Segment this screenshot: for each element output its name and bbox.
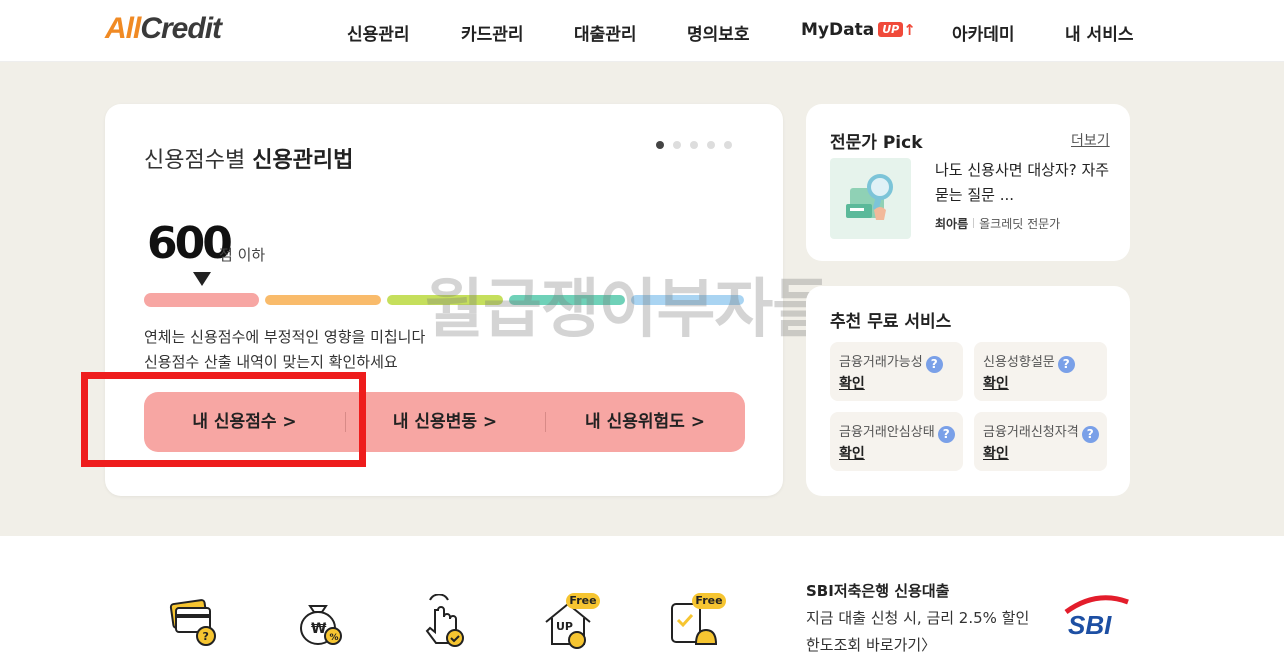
slide-pagination: [656, 141, 732, 149]
author-divider: [973, 218, 975, 228]
free-badge: Free: [566, 593, 600, 609]
score-segment-2: [265, 295, 381, 305]
allcredit-logo[interactable]: AllCredit: [105, 12, 222, 46]
logo-all-text: All: [105, 12, 141, 45]
promo-title: SBI저축은행 신용대출: [806, 582, 950, 600]
help-icon[interactable]: ?: [925, 356, 943, 373]
service-label: 금융거래안심상태?: [839, 421, 955, 443]
article-author: 최아름 올크레딧 전문가: [935, 215, 1060, 232]
service-label: 금융거래신청자격?: [983, 421, 1099, 443]
description-line-2: 신용점수 산출 내역이 맞는지 확인하세요: [144, 353, 398, 371]
score-pointer-icon: [193, 272, 211, 286]
nav-credit-management[interactable]: 신용관리: [347, 20, 410, 45]
service-label-text: 금융거래신청자격: [983, 425, 1079, 440]
svg-text:SBI: SBI: [1068, 610, 1112, 640]
logo-credit-text: Credit: [140, 12, 222, 45]
article-title[interactable]: 나도 신용사면 대상자? 자주 묻는 질문 ...: [935, 158, 1110, 208]
help-icon[interactable]: ?: [1081, 426, 1099, 443]
touch-hand-icon[interactable]: [416, 593, 472, 650]
service-label-text: 금융거래안심상태: [839, 425, 935, 440]
highlight-box: [81, 372, 366, 467]
up-arrow-icon: ↑: [903, 21, 916, 39]
service-label-text: 신용성향설문: [983, 355, 1055, 370]
promo-description: 지금 대출 신청 시, 금리 2.5% 할인: [806, 609, 1030, 627]
service-label: 금융거래가능성?: [839, 351, 943, 373]
service-financial-safety[interactable]: 금융거래안심상태? 확인: [830, 412, 963, 471]
mydata-up-badge: UP: [878, 22, 904, 37]
expert-pick-title: 전문가 Pick: [830, 133, 923, 153]
service-label-text: 금융거래가능성: [839, 355, 923, 370]
card-title-light: 신용점수별: [144, 148, 253, 173]
magnifier-document-icon: [846, 174, 893, 220]
top-header: AllCredit 신용관리 카드관리 대출관리 명의보호 MyData UP ↑ …: [0, 0, 1284, 62]
expert-pick-card: 전문가 Pick 더보기 나도 신용사면 대상자? 자주 묻는 질문 ... 최…: [806, 104, 1130, 261]
svg-text:%: %: [330, 633, 339, 643]
free-badge: Free: [692, 593, 726, 609]
svg-text:UP: UP: [556, 620, 573, 633]
nav-identity-protection[interactable]: 명의보호: [687, 20, 750, 45]
service-confirm-link[interactable]: 확인: [983, 373, 1009, 393]
card-title: 신용점수별 신용관리법: [144, 142, 353, 174]
service-label: 신용성향설문?: [983, 351, 1075, 373]
slide-dot-5[interactable]: [724, 141, 732, 149]
service-confirm-link[interactable]: 확인: [983, 443, 1009, 463]
slide-dot-1[interactable]: [656, 141, 664, 149]
help-icon[interactable]: ?: [937, 426, 955, 443]
score-segment-1: [144, 293, 259, 307]
my-credit-change-button[interactable]: 내 신용변동 >: [345, 392, 545, 452]
slide-dot-4[interactable]: [707, 141, 715, 149]
watermark-text: 월급쟁이부자들: [425, 273, 831, 347]
nav-card-management[interactable]: 카드관리: [461, 20, 524, 45]
service-confirm-link[interactable]: 확인: [839, 373, 865, 393]
help-icon[interactable]: ?: [1057, 356, 1075, 373]
slide-dot-3[interactable]: [690, 141, 698, 149]
service-credit-survey[interactable]: 신용성향설문? 확인: [974, 342, 1107, 401]
slide-dot-2[interactable]: [673, 141, 681, 149]
author-name: 최아름: [935, 217, 969, 231]
description-line-1: 연체는 신용점수에 부정적인 영향을 미칩니다: [144, 328, 426, 346]
nav-mydata[interactable]: MyData UP ↑: [801, 20, 916, 40]
score-value: 600: [147, 218, 233, 269]
credit-card-icon[interactable]: ?: [166, 594, 222, 650]
nav-mydata-label: MyData: [801, 20, 875, 40]
sbi-logo[interactable]: SBI: [1062, 592, 1132, 640]
more-link[interactable]: 더보기: [1071, 130, 1110, 150]
service-financial-possibility[interactable]: 금융거래가능성? 확인: [830, 342, 963, 401]
svg-text:?: ?: [203, 630, 209, 643]
free-services-title: 추천 무료 서비스: [830, 312, 952, 332]
score-suffix: 점 이하: [219, 246, 266, 264]
nav-my-service[interactable]: 내 서비스: [1065, 20, 1133, 45]
nav-academy[interactable]: 아카데미: [952, 20, 1015, 45]
free-services-card: 추천 무료 서비스 금융거래가능성? 확인 신용성향설문? 확인 금융거래안심상…: [806, 286, 1130, 496]
promo-limit-link[interactable]: 한도조회 바로가기〉: [806, 634, 936, 655]
article-thumbnail[interactable]: [830, 158, 911, 239]
card-title-bold: 신용관리법: [252, 148, 354, 173]
author-role: 올크레딧 전문가: [979, 217, 1061, 231]
service-application-eligibility[interactable]: 금융거래신청자격? 확인: [974, 412, 1107, 471]
nav-loan-management[interactable]: 대출관리: [574, 20, 637, 45]
money-bag-icon[interactable]: ₩ %: [292, 594, 348, 650]
service-confirm-link[interactable]: 확인: [839, 443, 865, 463]
my-credit-risk-button[interactable]: 내 신용위험도 >: [545, 392, 745, 452]
